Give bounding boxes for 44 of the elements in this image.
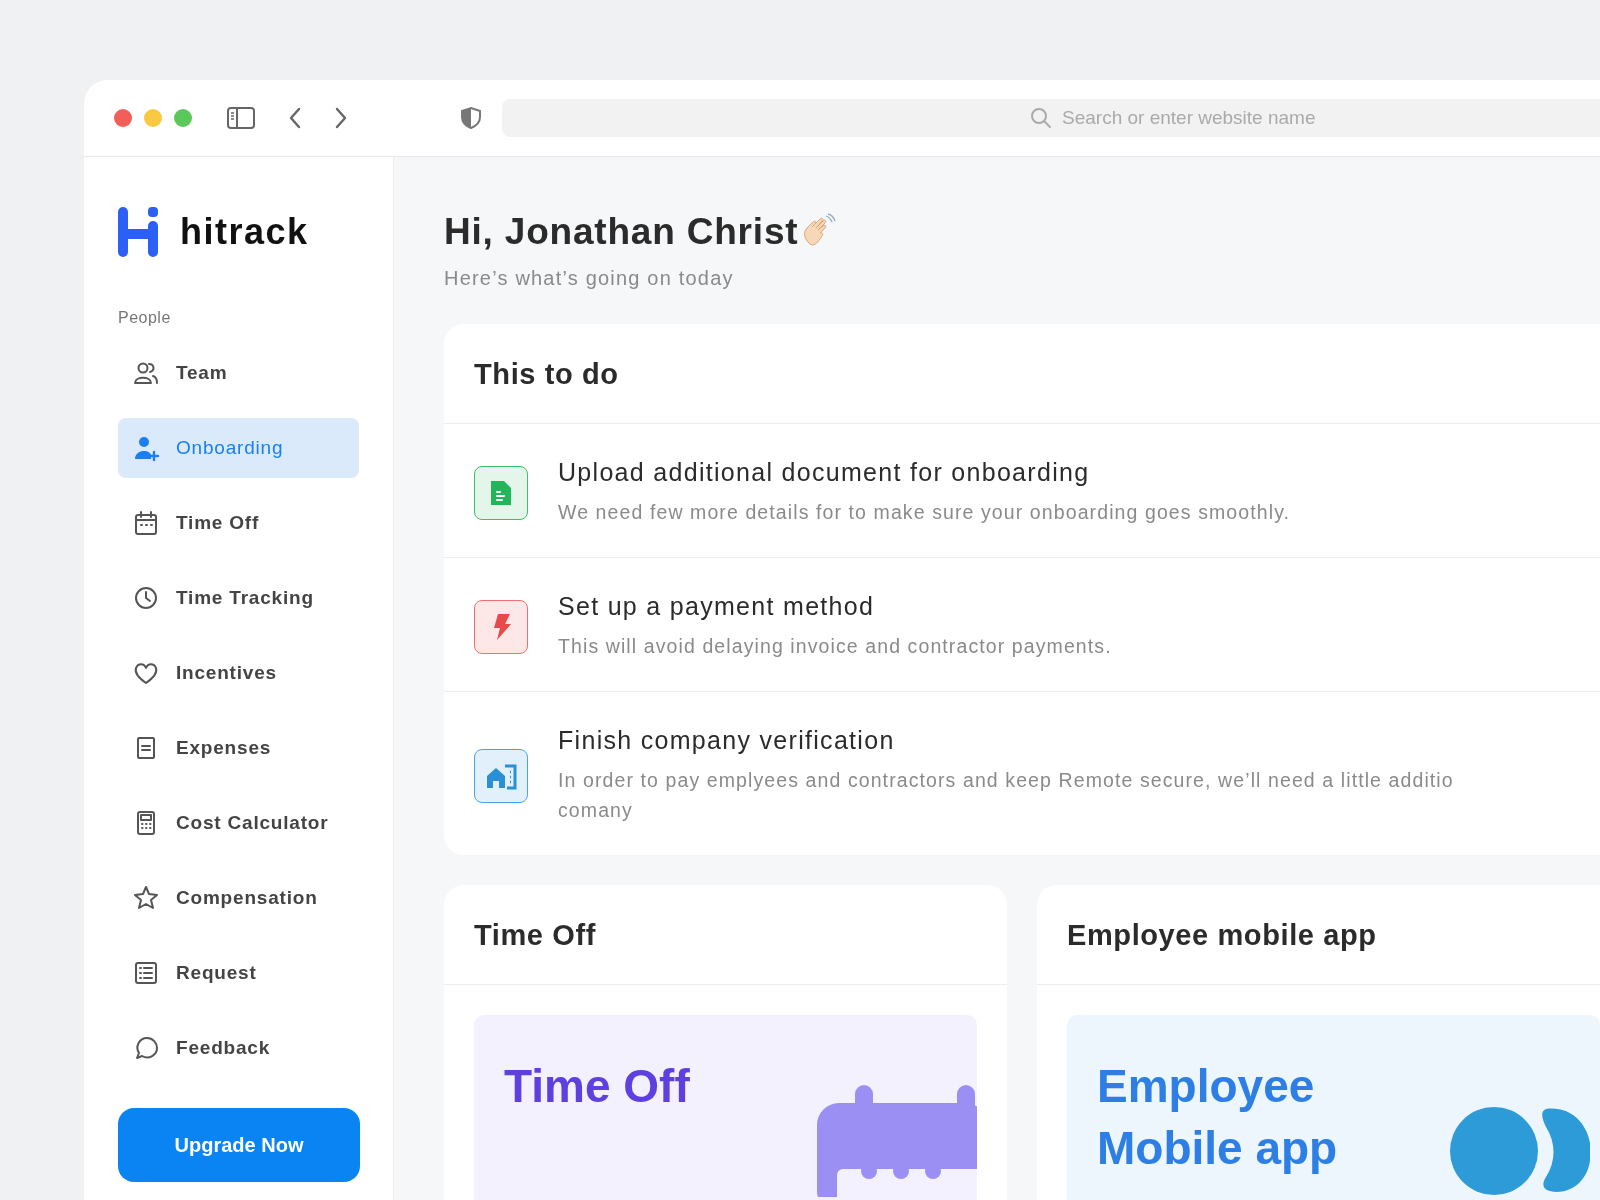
banner-heading: Mobile app [1097, 1121, 1338, 1176]
building-icon [474, 748, 528, 803]
task-description: In order to pay emplyees and contractors and keep Remote secure, we’ll need a little additio [558, 768, 1454, 793]
greeting-title: Hi, Jonathan Christ [444, 211, 799, 253]
calendar-icon [132, 509, 160, 537]
sidebar-toggle-icon[interactable] [226, 106, 256, 130]
forward-icon[interactable] [334, 106, 348, 130]
upgrade-button[interactable]: Upgrade Now [118, 1108, 360, 1182]
sidebar-item[interactable]: Compensation [118, 868, 359, 928]
logo-icon [118, 207, 160, 257]
close-window-button[interactable] [114, 109, 132, 127]
sidebar-item[interactable]: Cost Calculator [118, 793, 359, 853]
banner-heading: Employee [1097, 1059, 1316, 1114]
sidebar-item[interactable]: Expenses [118, 718, 359, 778]
banner[interactable]: Employee Mobile app [1067, 1015, 1600, 1200]
sidebar-item[interactable]: Team [118, 343, 359, 403]
payment-icon [474, 599, 528, 654]
shield-icon[interactable] [460, 106, 482, 130]
card-title: This to do [444, 324, 1600, 424]
back-icon[interactable] [288, 106, 302, 130]
clock-icon [132, 584, 160, 612]
task-description: This will avoid delaying invoice and contractor payments. [558, 634, 1112, 659]
greeting-subtitle: Here’s what’s going on today [444, 267, 735, 290]
task-description: comany [558, 798, 634, 823]
task-title[interactable]: Finish company verification [558, 726, 1454, 755]
sidebar-item[interactable]: Time Off [118, 493, 359, 553]
task-title[interactable]: Upload additional document for onboarding [558, 458, 1291, 487]
task-title[interactable]: Set up a payment method [558, 592, 1112, 621]
card-title: Employee mobile app [1037, 885, 1600, 985]
task-description: We need few more details for to make sure your onboarding goes smoothly. [558, 500, 1291, 525]
logo-text: hitrack [180, 211, 309, 253]
sidebar-item[interactable]: Incentives [118, 643, 359, 703]
sidebar-item[interactable]: Request [118, 943, 359, 1003]
list-icon [132, 959, 160, 987]
section-label: People [118, 309, 172, 327]
star-icon [132, 884, 160, 912]
sidebar-item[interactable]: Time Tracking [118, 568, 359, 628]
banner-heading: Time Off [504, 1059, 690, 1114]
card-title: Time Off [444, 885, 1007, 985]
address-bar[interactable]: Search or enter website name [502, 99, 1600, 137]
document-icon [474, 465, 528, 520]
user-add-icon [132, 434, 160, 462]
sidebar-item[interactable]: Feedback [118, 1018, 359, 1078]
banner[interactable]: Time Off [474, 1015, 977, 1200]
